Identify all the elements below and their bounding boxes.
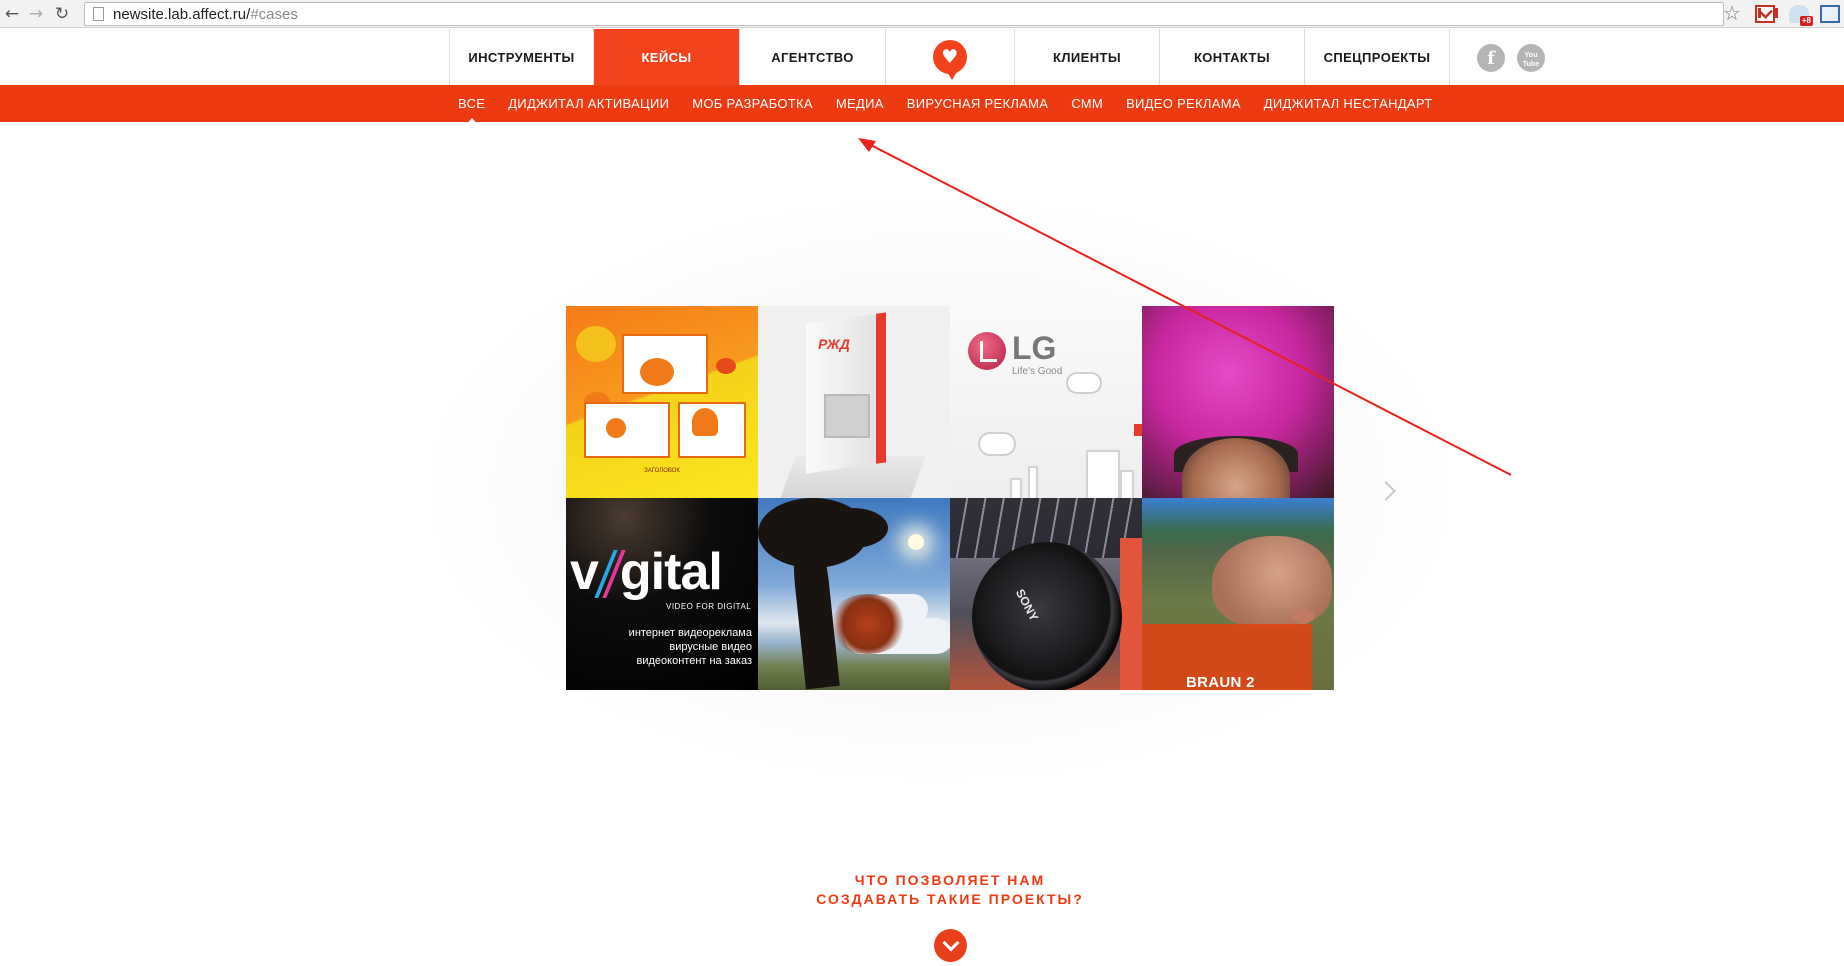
filter-smm[interactable]: СММ [1071,96,1103,111]
site-header: ИНСТРУМЕНТЫ КЕЙСЫ АГЕНТСТВО ♥ КЛИЕНТЫ КО… [0,29,1844,85]
heart-logo-icon: ♥ [933,40,967,80]
category-filter-bar: ВСЕ ДИДЖИТАЛ АКТИВАЦИИ МОБ РАЗРАБОТКА МЕ… [0,85,1844,125]
vigital-logo: v gital [570,543,723,601]
forward-icon[interactable]: → [26,4,46,24]
case-tile-sony-headphones[interactable]: SONY [950,498,1142,690]
case-tile-kids-app[interactable]: ЗАГОЛОВОК [566,306,758,498]
reload-icon[interactable]: ↻ [52,4,72,24]
logo[interactable]: ♥ [886,29,1015,85]
nav-special-projects[interactable]: СПЕЦПРОЕКТЫ [1305,29,1450,85]
bottom-question: ЧТО ПОЗВОЛЯЕТ НАМ СОЗДАВАТЬ ТАКИЕ ПРОЕКТ… [816,872,1084,907]
address-url[interactable]: newsite.lab.affect.ru/#cases [113,6,298,23]
nav-contacts[interactable]: КОНТАКТЫ [1160,29,1305,85]
case-tile-lg[interactable]: LG Life's Good [950,306,1142,498]
lg-logo-icon [968,332,1006,370]
braun-label: BRAUN 2 [1186,674,1255,690]
page-icon [93,7,104,21]
filter-digital-activations[interactable]: ДИДЖИТАЛ АКТИВАЦИИ [508,96,669,111]
lg-logo-text: LG [1012,330,1057,366]
filter-media[interactable]: МЕДИА [836,96,884,111]
extension-badge: +8 [1799,16,1813,26]
filter-all[interactable]: ВСЕ [458,96,485,125]
vigital-services: интернет видеореклама вирусные видео вид… [628,627,752,667]
case-tile-braun[interactable]: BRAUN 2 [1142,498,1334,690]
filter-viral-ads[interactable]: ВИРУСНАЯ РЕКЛАМА [907,96,1049,111]
nav-clients[interactable]: КЛИЕНТЫ [1015,29,1160,85]
case-tile-tree[interactable] [758,498,950,690]
nav-agency[interactable]: АГЕНТСТВО [740,29,886,85]
vigital-tagline: VIDEO FOR DIGITAL [666,602,752,611]
browser-toolbar: ← → ↻ newsite.lab.affect.ru/#cases ☆ +8 [0,0,1844,28]
facebook-icon[interactable]: f [1477,44,1505,72]
case-tile-pink-balloon[interactable] [1142,306,1334,498]
youtube-icon[interactable]: You Tube [1517,44,1545,72]
lg-slogan: Life's Good [1012,366,1063,377]
nav-instruments[interactable]: ИНСТРУМЕНТЫ [450,29,594,85]
main-nav: ИНСТРУМЕНТЫ КЕЙСЫ АГЕНТСТВО ♥ КЛИЕНТЫ КО… [449,29,1450,85]
screen-extension-icon[interactable] [1820,5,1840,23]
address-bar[interactable]: newsite.lab.affect.ru/#cases [84,2,1724,26]
filter-mobile-development[interactable]: МОБ РАЗРАБОТКА [692,96,813,111]
gmail-extension-icon[interactable] [1755,5,1778,23]
cloud-extension-icon[interactable]: +8 [1789,5,1813,26]
cases-grid: ЗАГОЛОВОК РЖД LG Life's Good v gital VIDE… [566,306,1334,690]
scroll-down-button[interactable] [934,929,967,962]
back-icon[interactable]: ← [2,4,22,24]
case-tile-rzd-kiosk[interactable]: РЖД [758,306,950,498]
case-tile-vigital[interactable]: v gital VIDEO FOR DIGITAL интернет видеор… [566,498,758,690]
rzd-logo: РЖД [818,336,850,352]
nav-cases[interactable]: КЕЙСЫ [594,29,740,85]
vigital-slash-icon [594,550,626,598]
filter-video-ads[interactable]: ВИДЕО РЕКЛАМА [1126,96,1241,111]
filter-digital-nonstandard[interactable]: ДИДЖИТАЛ НЕСТАНДАРТ [1264,96,1433,111]
bookmark-star-icon[interactable]: ☆ [1723,1,1741,25]
